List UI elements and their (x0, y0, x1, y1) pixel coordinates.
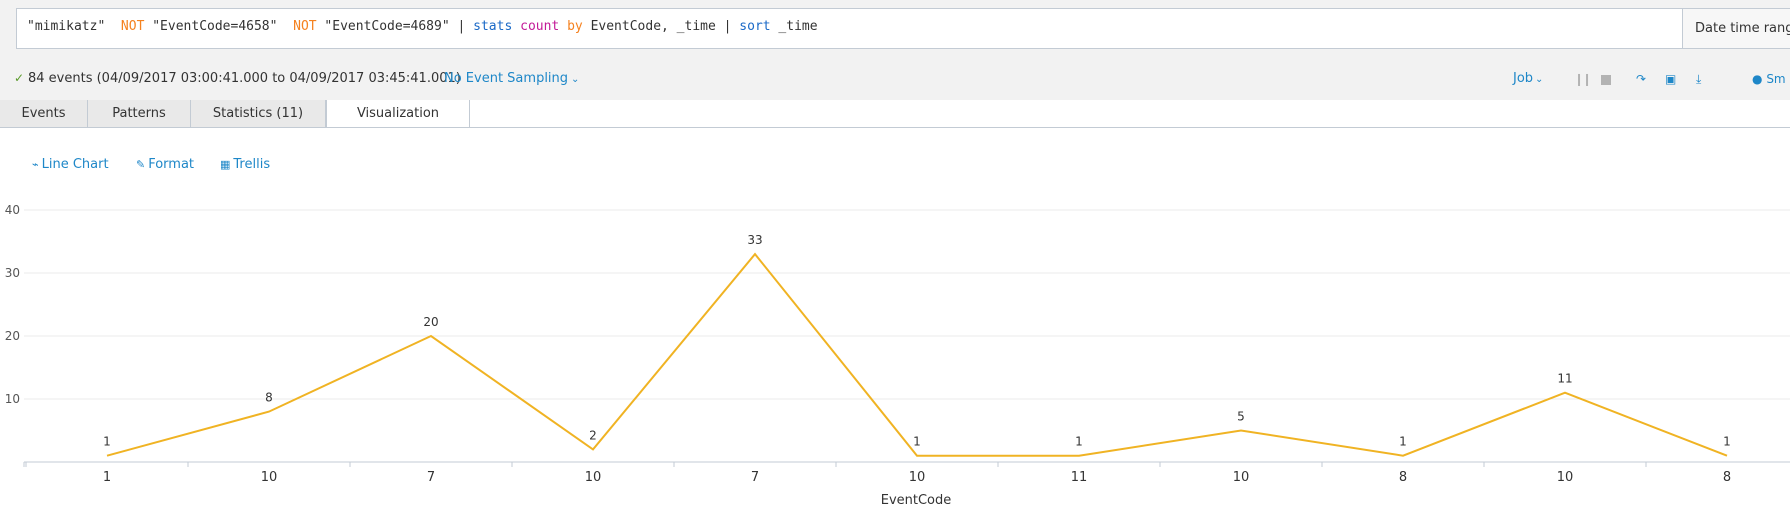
line-chart-icon: ⌁ (32, 158, 39, 171)
data-label: 2 (589, 428, 597, 442)
tab-patterns[interactable]: Patterns (88, 100, 191, 127)
share-icon[interactable]: ↷ (1636, 72, 1646, 86)
chevron-down-icon: ⌄ (1535, 74, 1544, 85)
query-token: | (723, 19, 740, 34)
tab-visualization[interactable]: Visualization (326, 100, 470, 128)
sampling-label: No Event Sampling (444, 71, 569, 86)
data-label: 33 (747, 233, 762, 247)
search-input[interactable]: "mimikatz" NOT "EventCode=4658" NOT "Eve… (16, 8, 1790, 49)
search-mode-button[interactable]: ● Sm (1752, 72, 1786, 86)
x-tick-label: 10 (909, 470, 926, 485)
series-line (106, 252, 1728, 457)
data-label: 1 (103, 435, 111, 449)
event-sampling-dropdown[interactable]: No Event Sampling ⌄ (444, 71, 579, 86)
query-token: "mimikatz" (27, 19, 121, 34)
data-label: 1 (1399, 435, 1407, 449)
data-label: 8 (265, 391, 273, 405)
x-axis-title: EventCode (881, 493, 952, 508)
format-button[interactable]: ✎ Format (136, 157, 194, 172)
event-count-summary: 84 events (04/09/2017 03:00:41.000 to 04… (28, 71, 461, 86)
query-token: _time (770, 19, 818, 34)
x-tick-label: 10 (1233, 470, 1250, 485)
trellis-label: Trellis (233, 157, 271, 172)
format-label: Format (148, 157, 195, 172)
x-tick-label: 1 (103, 470, 111, 485)
x-tick-label: 8 (1723, 470, 1731, 485)
x-tick-label: 10 (261, 470, 278, 485)
query-token: NOT (120, 19, 145, 34)
trellis-button[interactable]: ▦ Trellis (220, 157, 270, 172)
stop-icon[interactable] (1601, 75, 1611, 85)
line-chart: 102030401 10 7 10 7 10 11 10 8 10 8EventCode182023… (5, 203, 1790, 508)
query-token: count (520, 19, 560, 34)
data-label: 1 (913, 435, 921, 449)
query-token: stats (473, 19, 513, 34)
tab-statistics[interactable]: Statistics (11) (191, 100, 326, 127)
job-label: Job (1513, 71, 1534, 86)
y-tick-label: 40 (5, 203, 20, 217)
tabs-divider (0, 127, 1790, 128)
query-token: by (567, 19, 583, 34)
bulb-icon: ● (1752, 72, 1763, 86)
x-tick-label: 11 (1071, 470, 1088, 485)
tab-events[interactable]: Events (0, 100, 88, 127)
grid-icon: ▦ (220, 158, 231, 171)
chart-type-label: Line Chart (41, 157, 109, 172)
query-token: "EventCode=4689" (316, 19, 458, 34)
query-token: | (457, 19, 474, 34)
x-tick-label: 8 (1399, 470, 1407, 485)
print-icon[interactable]: ▣ (1665, 72, 1676, 86)
y-tick-label: 10 (5, 392, 20, 406)
y-tick-label: 30 (5, 266, 20, 280)
chart-type-button[interactable]: ⌁ Line Chart (32, 157, 109, 172)
search-mode-label: Sm (1766, 72, 1786, 86)
query-token: EventCode, _time (582, 19, 724, 34)
pencil-icon: ✎ (136, 158, 146, 171)
data-label: 1 (1723, 435, 1731, 449)
pause-icon[interactable]: ❙❙ (1574, 72, 1592, 86)
x-tick-label: 7 (751, 470, 759, 485)
x-tick-label: 10 (585, 470, 602, 485)
x-tick-label: 7 (427, 470, 435, 485)
query-token: sort (739, 19, 771, 34)
search-query-text[interactable]: "mimikatz" NOT "EventCode=4658" NOT "Eve… (27, 19, 818, 34)
query-token (559, 19, 567, 34)
check-icon: ✓ (14, 71, 25, 85)
job-status-bar: ✓ 84 events (04/09/2017 03:00:41.000 to … (0, 62, 1790, 96)
query-token (512, 19, 520, 34)
time-range-picker[interactable]: Date time range (1682, 8, 1790, 49)
query-token: NOT (293, 19, 317, 34)
data-label: 20 (423, 315, 438, 329)
job-menu-button[interactable]: Job ⌄ (1513, 71, 1543, 86)
chevron-down-icon: ⌄ (571, 74, 580, 85)
data-label: 5 (1237, 410, 1245, 424)
query-token: "EventCode=4658" (144, 19, 294, 34)
data-label: 11 (1557, 372, 1572, 386)
y-tick-label: 20 (5, 329, 20, 343)
export-icon[interactable]: ⤓ (1696, 72, 1701, 87)
x-tick-label: 10 (1557, 470, 1574, 485)
data-label: 1 (1075, 435, 1083, 449)
